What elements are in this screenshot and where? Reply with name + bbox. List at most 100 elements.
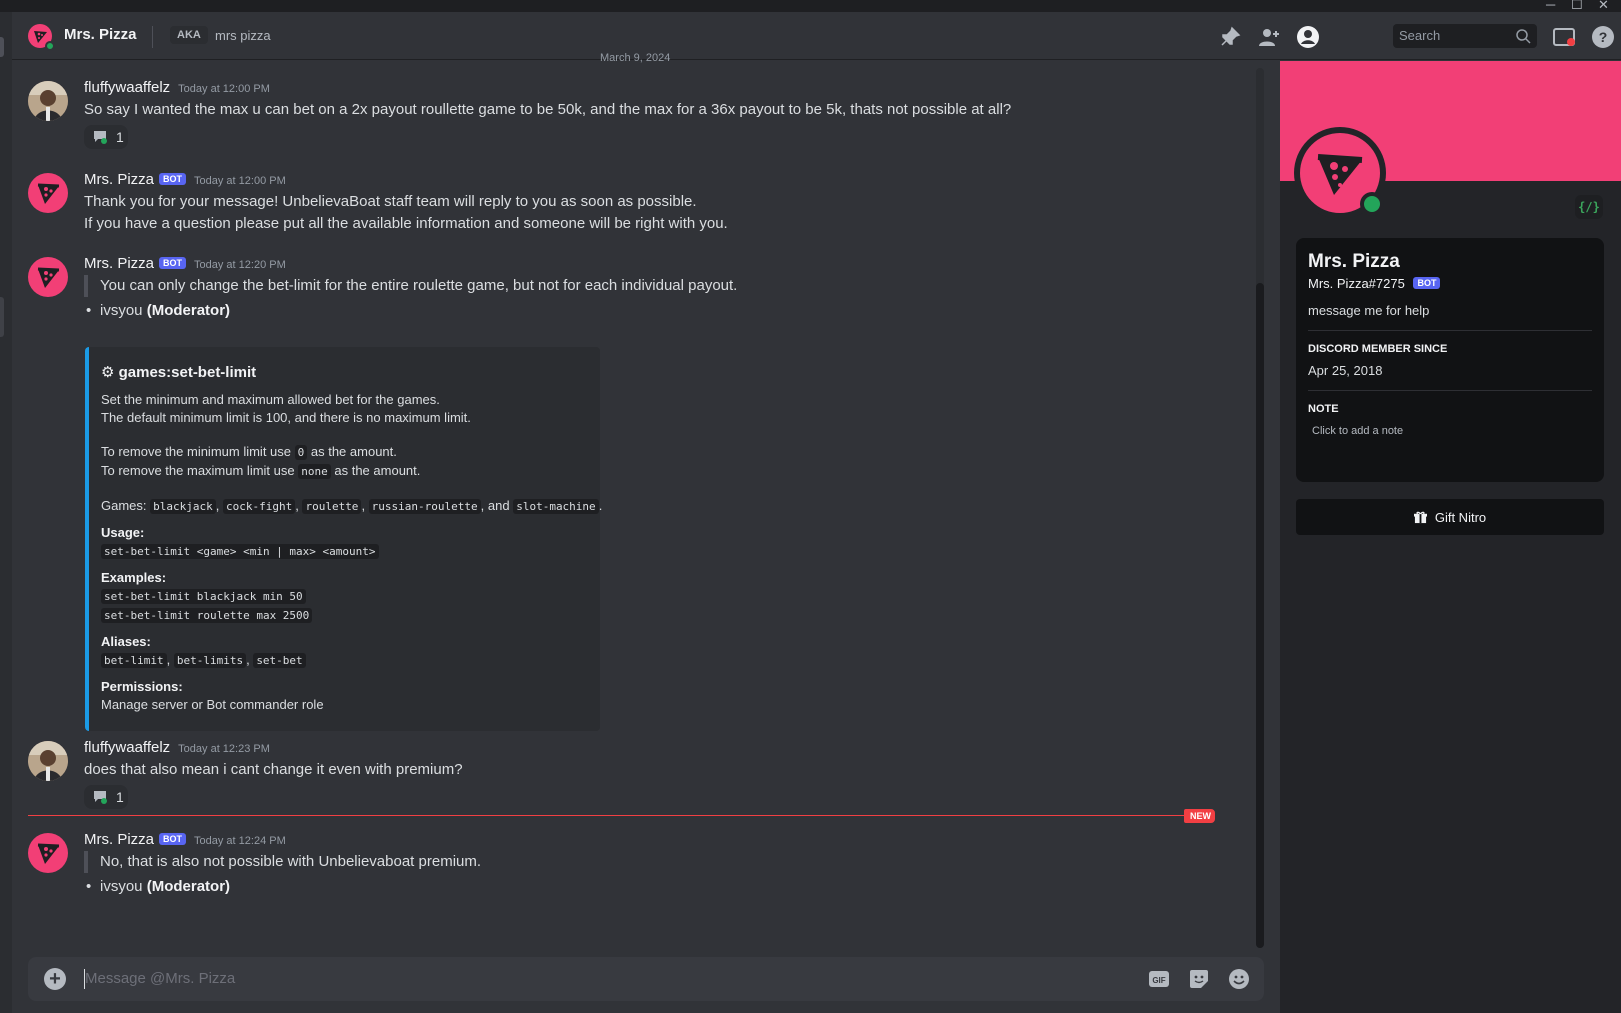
reaction-count: 1: [116, 789, 124, 805]
member-since-date: Apr 25, 2018: [1308, 363, 1383, 378]
new-messages-divider: [28, 815, 1210, 816]
signer-role: (Moderator): [146, 302, 231, 319]
signer-name: ivsyou: [100, 878, 143, 895]
signature-bullet: ivsyou (Moderator): [84, 876, 230, 898]
timestamp: Today at 12:23 PM: [178, 743, 270, 755]
embed-description: To remove the minimum limit use 0 as the…: [101, 443, 588, 462]
inline-code: set-bet-limit blackjack min 50: [101, 589, 306, 604]
help-icon[interactable]: ?: [1591, 25, 1615, 49]
sticker-icon[interactable]: [1188, 968, 1210, 990]
note-label: NOTE: [1308, 403, 1339, 415]
user-profile-panel: {/} Mrs. Pizza Mrs. Pizza#7275 BOT messa…: [1280, 61, 1621, 1013]
message-composer[interactable]: + Message @Mrs. Pizza GIF: [28, 957, 1264, 1001]
server-list-edge: [0, 12, 12, 1013]
avatar[interactable]: [28, 741, 68, 781]
thread-reaction[interactable]: 1: [84, 785, 128, 809]
author-name[interactable]: Mrs. Pizza: [84, 255, 154, 272]
embed-text: Games:: [101, 498, 147, 513]
gif-label: GIF: [1152, 976, 1165, 985]
scrollbar-thumb[interactable]: [1256, 283, 1264, 948]
chat-scrollbar[interactable]: [1256, 68, 1264, 948]
pizza-icon: [37, 267, 60, 288]
embed-field-name: Examples:: [101, 570, 167, 585]
server-indicator: [0, 37, 4, 57]
minimize-icon[interactable]: ─: [1546, 0, 1555, 12]
embed-text: To remove the minimum limit use: [101, 444, 291, 459]
inline-code: blackjack: [150, 499, 216, 514]
message-header: fluffywaaffelz Today at 12:00 PM: [84, 79, 270, 99]
developer-badge-icon[interactable]: {/}: [1575, 195, 1603, 219]
embed-field-value: set-bet-limit <game> <min | max> <amount…: [101, 542, 588, 561]
reaction-count: 1: [116, 129, 124, 145]
embed-description: The default minimum limit is 100, and th…: [101, 410, 471, 425]
pin-icon[interactable]: [1218, 25, 1242, 49]
inline-code: roulette: [302, 499, 362, 514]
gift-nitro-label: Gift Nitro: [1434, 509, 1487, 525]
signer-role: (Moderator): [146, 878, 231, 895]
embed-field-value: Manage server or Bot commander role: [101, 697, 324, 712]
message-input[interactable]: Message @Mrs. Pizza: [85, 970, 235, 987]
gift-nitro-button[interactable]: Gift Nitro: [1296, 499, 1604, 535]
embed-text: as the amount.: [310, 444, 397, 459]
message-group: Mrs. Pizza BOT Today at 12:00 PM Thank y…: [28, 171, 1228, 241]
author-name[interactable]: Mrs. Pizza: [84, 171, 154, 188]
author-name[interactable]: fluffywaaffelz: [84, 739, 170, 756]
inline-code: bet-limits: [173, 653, 247, 668]
inline-code: none: [298, 464, 331, 479]
thread-reaction[interactable]: 1: [84, 125, 128, 149]
profile-card: Mrs. Pizza Mrs. Pizza#7275 BOT message m…: [1296, 238, 1604, 482]
inline-code: 0: [294, 445, 308, 460]
timestamp: Today at 12:00 PM: [178, 83, 270, 95]
avatar[interactable]: [28, 833, 68, 873]
embed-field-value: set-bet-limit blackjack min 50: [101, 587, 588, 606]
profile-tag: Mrs. Pizza#7275 BOT: [1308, 276, 1592, 291]
add-friend-icon[interactable]: [1257, 25, 1281, 49]
timestamp: Today at 12:20 PM: [194, 259, 286, 271]
block-quote: You can only change the bet-limit for th…: [84, 275, 737, 297]
author-name[interactable]: Mrs. Pizza: [84, 831, 154, 848]
header-avatar[interactable]: [28, 24, 55, 51]
channel-header: Mrs. Pizza AKA mrs pizza Search ?: [12, 12, 1621, 60]
user-photo-avatar: [28, 741, 68, 781]
timestamp: Today at 12:00 PM: [194, 175, 286, 187]
divider: [1308, 390, 1592, 391]
author-name[interactable]: fluffywaaffelz: [84, 79, 170, 96]
signer-name: ivsyou: [100, 302, 143, 319]
member-since-label: DISCORD MEMBER SINCE: [1308, 343, 1448, 355]
message-group: fluffywaaffelz Today at 12:23 PM does th…: [28, 739, 1228, 819]
pizza-icon: [37, 843, 60, 864]
message-text: So say I wanted the max u can bet on a 2…: [84, 101, 1012, 118]
bot-badge: BOT: [159, 833, 187, 845]
emoji-icon[interactable]: [1228, 968, 1250, 990]
add-attachment-icon[interactable]: +: [44, 968, 66, 990]
embed-description: Set the minimum and maximum allowed bet …: [101, 392, 440, 407]
inline-code: set-bet: [253, 653, 306, 668]
help-embed: ⚙ games:set-bet-limit Set the minimum an…: [85, 347, 602, 731]
inline-code: russian-roulette: [368, 499, 481, 514]
message-header: Mrs. Pizza BOT Today at 12:24 PM: [84, 831, 286, 851]
embed-description: To remove the maximum limit use none as …: [101, 462, 588, 481]
inline-code: set-bet-limit <game> <min | max> <amount…: [101, 544, 379, 559]
inline-code: bet-limit: [101, 653, 167, 668]
bot-badge: BOT: [159, 257, 187, 269]
aka-name: mrs pizza: [215, 28, 271, 43]
inbox-icon[interactable]: [1552, 25, 1576, 49]
embed-text: To remove the maximum limit use: [101, 463, 295, 478]
message-group: Mrs. Pizza BOT Today at 12:20 PM You can…: [28, 255, 1228, 735]
embed-text: and: [487, 498, 510, 513]
avatar[interactable]: [28, 257, 68, 297]
profile-bio: message me for help: [1308, 303, 1430, 318]
signature-bullet: ivsyou (Moderator): [84, 300, 230, 322]
note-input[interactable]: Click to add a note: [1308, 425, 1592, 437]
search-icon: [1516, 29, 1531, 44]
search-input[interactable]: Search: [1393, 24, 1537, 48]
message-header: Mrs. Pizza BOT Today at 12:20 PM: [84, 255, 286, 275]
header-divider: [152, 26, 153, 48]
message-text: Thank you for your message! UnbelievaBoa…: [84, 193, 697, 210]
profile-icon[interactable]: [1296, 25, 1320, 49]
avatar[interactable]: [28, 173, 68, 213]
message-text: does that also mean i cant change it eve…: [84, 761, 463, 778]
message-list: fluffywaaffelz Today at 12:00 PM So say …: [12, 61, 1266, 949]
avatar[interactable]: [28, 81, 68, 121]
gif-icon[interactable]: GIF: [1148, 968, 1170, 990]
